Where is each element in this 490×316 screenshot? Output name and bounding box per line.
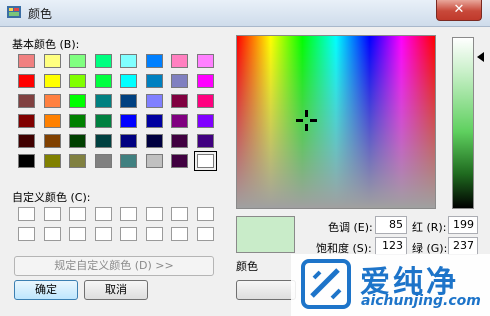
basic-color-swatch[interactable]: [18, 54, 35, 68]
custom-color-swatch[interactable]: [94, 207, 112, 221]
custom-color-swatch[interactable]: [120, 227, 137, 241]
add-to-custom-button[interactable]: [236, 280, 296, 300]
basic-color-swatch[interactable]: [43, 74, 61, 88]
basic-color-swatch[interactable]: [171, 94, 188, 108]
basic-color-swatch[interactable]: [120, 54, 137, 68]
custom-color-swatch[interactable]: [196, 227, 214, 241]
close-button[interactable]: ✕: [436, 0, 482, 21]
custom-color-swatch[interactable]: [171, 207, 188, 221]
basic-color-swatch[interactable]: [43, 54, 61, 68]
basic-color-swatch[interactable]: [69, 154, 86, 168]
basic-color-swatch[interactable]: [69, 134, 86, 148]
color-solid-label: 颜色: [236, 260, 258, 273]
basic-color-swatch[interactable]: [196, 74, 214, 88]
basic-color-swatch[interactable]: [94, 134, 112, 148]
basic-color-swatch[interactable]: [18, 114, 35, 128]
basic-color-swatch[interactable]: [145, 154, 163, 168]
basic-color-swatch[interactable]: [94, 94, 112, 108]
watermark-url: aichunjing.com: [361, 293, 481, 309]
basic-colors-label: 基本颜色 (B):: [12, 38, 80, 51]
basic-color-swatch[interactable]: [43, 114, 61, 128]
basic-color-swatch[interactable]: [171, 154, 188, 168]
basic-color-swatch[interactable]: [69, 74, 86, 88]
basic-color-swatch[interactable]: [171, 114, 188, 128]
basic-color-swatch[interactable]: [94, 74, 112, 88]
custom-color-swatch[interactable]: [171, 227, 188, 241]
luminance-arrow-icon[interactable]: [477, 52, 484, 62]
custom-color-swatch[interactable]: [69, 207, 86, 221]
basic-color-swatch[interactable]: [69, 114, 86, 128]
basic-color-swatch[interactable]: [145, 54, 163, 68]
basic-color-swatch[interactable]: [145, 74, 163, 88]
custom-color-swatch[interactable]: [69, 227, 86, 241]
basic-color-swatch[interactable]: [120, 114, 137, 128]
luminance-slider[interactable]: [452, 37, 474, 209]
basic-color-swatch[interactable]: [120, 154, 137, 168]
crosshair-icon: [296, 110, 317, 131]
custom-color-swatch[interactable]: [145, 227, 163, 241]
palette-icon: [7, 6, 21, 18]
red-field[interactable]: 199: [448, 216, 478, 234]
window-title: 颜色: [28, 7, 53, 21]
basic-color-swatch[interactable]: [171, 74, 188, 88]
color-dialog: 颜色 ✕ 基本颜色 (B): 自定义颜色 (C): 规定自定义颜色 (D) >>…: [0, 0, 490, 316]
color-spectrum[interactable]: [236, 35, 436, 209]
basic-color-swatch[interactable]: [120, 74, 137, 88]
ok-button[interactable]: 确定: [14, 280, 78, 300]
basic-color-swatch[interactable]: [171, 134, 188, 148]
custom-color-swatch[interactable]: [18, 207, 35, 221]
hue-label: 色调 (E):: [328, 221, 373, 234]
custom-color-swatch[interactable]: [196, 207, 214, 221]
basic-color-swatch[interactable]: [94, 154, 112, 168]
basic-color-swatch[interactable]: [43, 134, 61, 148]
basic-color-swatch[interactable]: [43, 154, 61, 168]
basic-color-swatch[interactable]: [94, 54, 112, 68]
basic-color-swatch[interactable]: [94, 114, 112, 128]
custom-color-swatch[interactable]: [145, 207, 163, 221]
custom-color-swatch[interactable]: [43, 207, 61, 221]
basic-color-swatch[interactable]: [18, 134, 35, 148]
hue-field[interactable]: 85: [375, 216, 407, 234]
basic-color-swatch[interactable]: [196, 134, 214, 148]
basic-color-swatch[interactable]: [18, 94, 35, 108]
custom-color-swatch[interactable]: [43, 227, 61, 241]
basic-color-swatch[interactable]: [145, 134, 163, 148]
color-preview: [236, 216, 295, 253]
basic-color-swatch[interactable]: [196, 94, 214, 108]
custom-color-swatch[interactable]: [94, 227, 112, 241]
custom-color-swatch[interactable]: [18, 227, 35, 241]
custom-colors-label: 自定义颜色 (C):: [12, 191, 91, 204]
basic-color-swatch[interactable]: [193, 151, 217, 171]
basic-color-swatch[interactable]: [196, 54, 214, 68]
red-label: 红 (R):: [412, 221, 447, 234]
green-field[interactable]: 237: [448, 237, 478, 255]
basic-color-swatch[interactable]: [69, 54, 86, 68]
basic-color-swatch[interactable]: [145, 94, 163, 108]
basic-color-swatch[interactable]: [171, 54, 188, 68]
define-custom-colors-button[interactable]: 规定自定义颜色 (D) >>: [14, 256, 214, 276]
basic-color-swatch[interactable]: [196, 114, 214, 128]
basic-color-swatch[interactable]: [69, 94, 86, 108]
basic-color-swatch[interactable]: [120, 94, 137, 108]
title-bar: 颜色 ✕: [0, 0, 490, 27]
brand-logo-icon: [301, 259, 351, 309]
cancel-button[interactable]: 取消: [84, 280, 148, 300]
basic-color-swatch[interactable]: [120, 134, 137, 148]
sat-field[interactable]: 123: [375, 237, 407, 255]
basic-color-swatch[interactable]: [18, 154, 35, 168]
custom-color-swatch[interactable]: [120, 207, 137, 221]
basic-color-swatch[interactable]: [18, 74, 35, 88]
close-icon: ✕: [453, 2, 465, 17]
basic-color-swatch[interactable]: [145, 114, 163, 128]
basic-color-swatch[interactable]: [43, 94, 61, 108]
